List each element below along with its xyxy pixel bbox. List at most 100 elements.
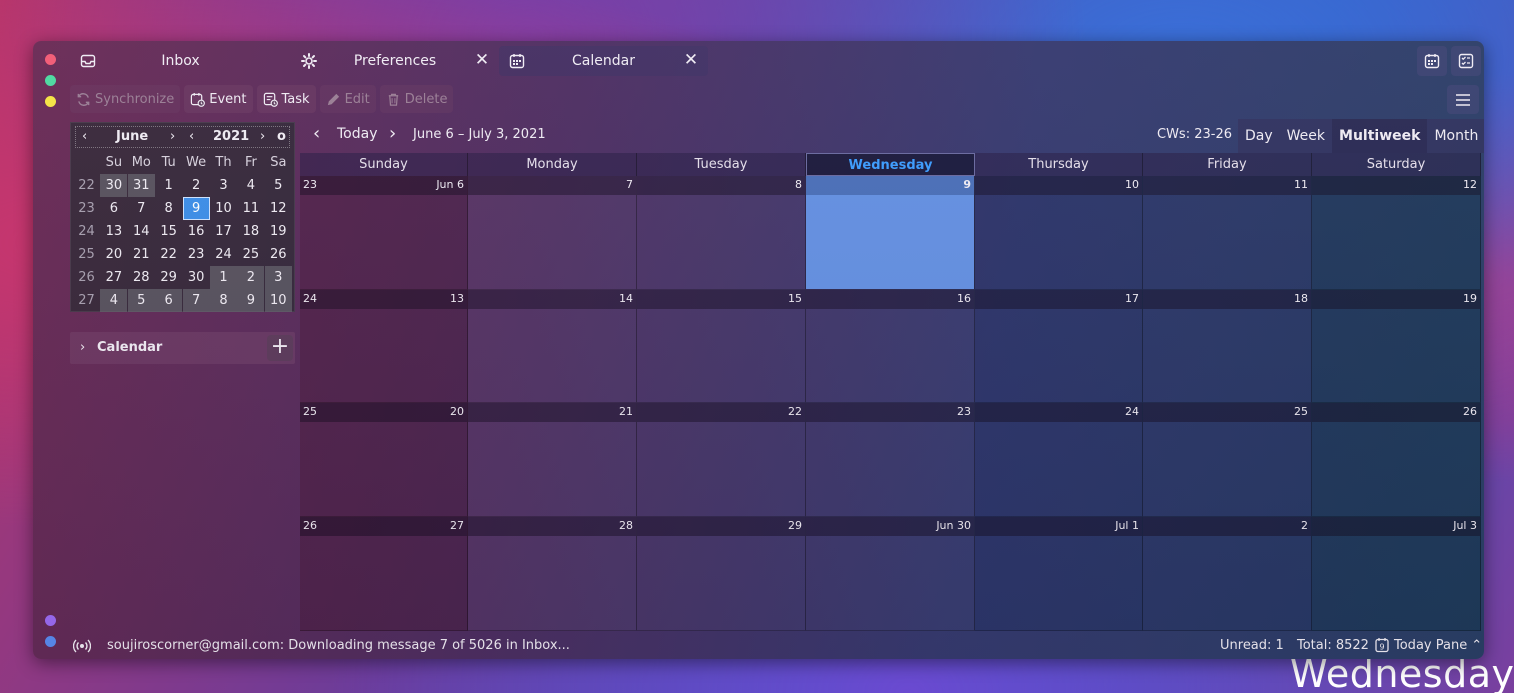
mini-month-day[interactable]: 28 (128, 266, 155, 289)
calendar-list-header[interactable]: › Calendar + (70, 332, 295, 364)
mini-month-day[interactable]: 5 (265, 174, 292, 197)
day-cell[interactable]: 7 (468, 176, 637, 290)
minimize-window-button[interactable] (45, 75, 56, 86)
delete-button[interactable]: Delete (379, 85, 454, 113)
app-menu-button[interactable] (1447, 85, 1479, 114)
spaces-purple-dot[interactable] (45, 615, 56, 626)
close-window-button[interactable] (45, 54, 56, 65)
mini-month-day[interactable]: 10 (210, 197, 237, 220)
day-cell[interactable]: 11 (1143, 176, 1312, 290)
mini-month-day[interactable]: 9 (237, 289, 265, 312)
online-status-icon[interactable] (73, 638, 91, 654)
day-cell[interactable]: Jul 1 (975, 517, 1143, 631)
mini-month-day[interactable]: 4 (100, 289, 128, 312)
day-cell[interactable]: 25 (1143, 403, 1312, 518)
day-cell[interactable]: 24 13 (300, 289, 468, 404)
mini-month-day[interactable]: 30 (100, 174, 128, 197)
mini-month-day[interactable]: 6 (100, 197, 127, 220)
mini-month-day[interactable]: 1 (210, 266, 237, 289)
mini-month-day[interactable]: 24 (210, 243, 237, 266)
mini-month-day[interactable]: 2 (183, 174, 210, 197)
mini-month-day[interactable]: 8 (210, 289, 237, 312)
mini-month-day[interactable]: 27 (100, 266, 127, 289)
mini-month-day[interactable]: 4 (237, 174, 264, 197)
calendar-view-button[interactable] (1417, 46, 1447, 76)
mini-month-day[interactable]: 21 (128, 243, 155, 266)
day-cell[interactable]: 23 (806, 403, 975, 518)
next-year-icon[interactable]: › (260, 129, 265, 144)
close-preferences-tab-icon[interactable]: ✕ (473, 51, 491, 69)
mini-month-day[interactable]: 19 (265, 220, 292, 243)
synchronize-button[interactable]: Synchronize (70, 85, 181, 113)
previous-year-icon[interactable]: ‹ (189, 129, 194, 144)
new-task-button[interactable]: Task (256, 85, 316, 113)
mini-month-day[interactable]: 9 (182, 197, 210, 220)
day-cell[interactable]: 23 Jun 6 (300, 176, 468, 290)
view-month-button[interactable]: Month (1427, 119, 1484, 153)
mini-month-day[interactable]: 5 (127, 289, 155, 312)
mini-month-day[interactable]: 13 (100, 220, 127, 243)
mini-month-day[interactable]: 20 (100, 243, 127, 266)
day-cell[interactable]: 29 (637, 517, 806, 631)
day-cell[interactable]: 8 (637, 176, 806, 290)
mini-month-day[interactable]: 1 (155, 174, 182, 197)
mini-month-day[interactable]: 2 (237, 266, 265, 289)
mini-month-day[interactable]: 6 (155, 289, 183, 312)
day-cell[interactable]: 22 (637, 403, 806, 518)
next-month-icon[interactable]: › (170, 129, 175, 144)
day-cell[interactable]: 17 (975, 289, 1143, 404)
chevron-right-icon[interactable]: › (80, 340, 85, 355)
view-day-button[interactable]: Day (1238, 119, 1280, 153)
day-cell[interactable]: 9 (806, 176, 975, 290)
today-button[interactable]: Today (337, 126, 378, 142)
mini-month-day[interactable]: 22 (155, 243, 182, 266)
mini-month-day[interactable]: 7 (128, 197, 155, 220)
tab-inbox[interactable]: Inbox (70, 46, 291, 76)
day-cell[interactable]: Jun 30 (806, 517, 975, 631)
day-cell[interactable]: 16 (806, 289, 975, 404)
day-cell[interactable]: 26 (1312, 403, 1481, 518)
previous-month-icon[interactable]: ‹ (82, 129, 87, 144)
mini-month-day[interactable]: 7 (182, 289, 210, 312)
mini-month-day[interactable]: 29 (155, 266, 182, 289)
day-cell[interactable]: 12 (1312, 176, 1481, 290)
tab-calendar[interactable]: Calendar ✕ (499, 46, 708, 76)
mini-month-day[interactable]: 8 (155, 197, 182, 220)
today-pane-toggle[interactable]: 9 Today Pane ⌃ (1374, 637, 1482, 653)
day-cell[interactable]: Jul 3 (1312, 517, 1481, 631)
week-number-label[interactable]: 26 (303, 519, 317, 532)
week-number-label[interactable]: 23 (303, 178, 317, 191)
day-cell[interactable]: 10 (975, 176, 1143, 290)
mini-month-day[interactable]: 11 (237, 197, 264, 220)
day-cell[interactable]: 15 (637, 289, 806, 404)
mini-month-day[interactable]: 3 (210, 174, 237, 197)
day-cell[interactable]: 26 27 (300, 517, 468, 631)
day-cell[interactable]: 19 (1312, 289, 1481, 404)
day-cell[interactable]: 14 (468, 289, 637, 404)
mini-month-day[interactable]: 31 (127, 174, 155, 197)
view-week-button[interactable]: Week (1280, 119, 1332, 153)
tasks-view-button[interactable] (1451, 46, 1481, 76)
mini-month-day[interactable]: 17 (210, 220, 237, 243)
day-cell[interactable]: 21 (468, 403, 637, 518)
tab-preferences[interactable]: Preferences ✕ (291, 46, 499, 76)
view-multiweek-button[interactable]: Multiweek (1332, 119, 1428, 153)
mini-month-day[interactable]: 15 (155, 220, 182, 243)
mini-month-day[interactable]: 30 (183, 266, 210, 289)
edit-button[interactable]: Edit (319, 85, 376, 113)
day-cell[interactable]: 24 (975, 403, 1143, 518)
day-cell[interactable]: 18 (1143, 289, 1312, 404)
day-cell[interactable]: 25 20 (300, 403, 468, 518)
maximize-window-button[interactable] (45, 96, 56, 107)
mini-month-day[interactable]: 25 (237, 243, 264, 266)
mini-month-day[interactable]: 12 (265, 197, 292, 220)
mini-month-day[interactable]: 23 (183, 243, 210, 266)
mini-month-day[interactable]: 26 (265, 243, 292, 266)
go-to-today-icon[interactable]: o (277, 129, 286, 144)
day-cell[interactable]: 28 (468, 517, 637, 631)
week-number-label[interactable]: 25 (303, 405, 317, 418)
week-number-label[interactable]: 24 (303, 292, 317, 305)
mini-month-day[interactable]: 3 (264, 266, 292, 289)
close-calendar-tab-icon[interactable]: ✕ (682, 51, 700, 69)
previous-period-icon[interactable]: ‹ (313, 123, 320, 144)
